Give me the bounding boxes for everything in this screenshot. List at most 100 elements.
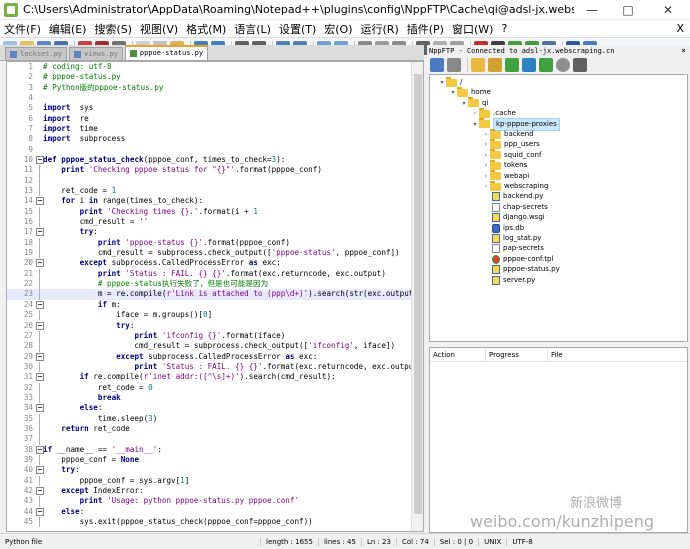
tree-item[interactable]: pap-secrets	[482, 243, 544, 254]
refresh-icon[interactable]	[539, 58, 553, 72]
open-directory-icon[interactable]	[471, 58, 485, 72]
tree-item[interactable]: log_stat.py	[482, 233, 541, 244]
tree-item[interactable]: backend.py	[482, 191, 543, 202]
code-line[interactable]: 13 ret_code = 1	[7, 186, 413, 197]
minimize-button[interactable]: —	[574, 0, 610, 20]
menu-item-3[interactable]: 视图(V)	[136, 21, 182, 37]
code-line[interactable]: 39 pppoe_conf = None	[7, 454, 413, 466]
queue-col-progress[interactable]: Progress	[486, 348, 548, 361]
tree-item[interactable]: ▾ kp-pppoe-proxies	[471, 117, 560, 131]
code-line[interactable]: 35 time.sleep(3)	[7, 413, 413, 424]
code-line[interactable]: 19 cmd_result = subprocess.check_output(…	[7, 248, 413, 259]
code-line[interactable]: 2 # pppoe-status.py	[7, 72, 413, 82]
code-line[interactable]: 25 iface = m.groups()[0]	[7, 310, 413, 321]
menu-item-1[interactable]: 编辑(E)	[45, 21, 91, 37]
code-line[interactable]: 24 if m:	[7, 300, 413, 310]
code-line[interactable]: 28 cmd_result = subprocess.check_output(…	[7, 341, 413, 352]
tree-item[interactable]: pppoe-conf.tpl	[482, 254, 553, 265]
menu-item-6[interactable]: 设置(T)	[275, 21, 320, 37]
code-line[interactable]: 11 print 'Checking pppoe status for "{}"…	[7, 165, 413, 176]
expand-arrow-icon[interactable]: ›	[482, 171, 490, 182]
tree-item[interactable]: django.wsgi	[482, 212, 545, 223]
code-line[interactable]: 23 m = re.compile(r'Link is attached to …	[7, 289, 422, 300]
code-line[interactable]: 32 ret_code = 0	[7, 382, 413, 393]
code-line[interactable]: 15 print 'Checking times {}.'.format(i +…	[7, 206, 413, 218]
code-line[interactable]: 30 print 'Status : FAIL. {} {}'.format(e…	[7, 361, 422, 373]
code-line[interactable]: 40 try:	[7, 465, 413, 475]
code-line[interactable]: 45 sys.exit(pppoe_status_check(pppoe_con…	[7, 516, 413, 528]
tab-0[interactable]: lockset.py	[5, 47, 68, 60]
code-line[interactable]: 5 import sys	[7, 103, 413, 113]
code-line[interactable]: 12	[7, 175, 413, 187]
expand-arrow-icon[interactable]: ▾	[438, 77, 446, 88]
tree-item[interactable]: ips.db	[482, 223, 524, 234]
menu-item-7[interactable]: 宏(O)	[320, 21, 356, 37]
code-line[interactable]: 10 def pppoe_status_check(pppoe_conf, tim…	[7, 155, 413, 165]
scrollbar-thumb[interactable]	[414, 74, 422, 514]
code-line[interactable]: 20 except subprocess.CalledProcessError …	[7, 258, 413, 268]
menu-item-10[interactable]: 窗口(W)	[448, 21, 497, 37]
tab-1[interactable]: views.py	[69, 47, 123, 60]
expand-arrow-icon[interactable]: ›	[482, 129, 490, 140]
expand-arrow-icon[interactable]: ›	[471, 108, 479, 119]
code-line[interactable]: 6 import re	[7, 114, 413, 124]
code-line[interactable]: 37	[7, 434, 413, 445]
expand-arrow-icon[interactable]: ▾	[460, 98, 468, 109]
ftp-file-tree[interactable]: ▾ / ▾ home ▾ qi › .cache ▾ kp-pppoe-proxies › backe…	[429, 74, 688, 342]
code-line[interactable]: 7 import time	[7, 124, 413, 134]
editor-vertical-scrollbar[interactable]	[411, 62, 423, 531]
menu-item-0[interactable]: 文件(F)	[0, 21, 45, 37]
expand-arrow-icon[interactable]: ›	[482, 160, 490, 171]
menu-item-2[interactable]: 搜索(S)	[90, 21, 136, 37]
tree-item[interactable]: ▾ qi	[460, 97, 488, 109]
code-line[interactable]: 1 # coding: utf-8	[7, 62, 413, 72]
code-line[interactable]: 27 print 'ifconfig {}'.format(iface)	[7, 330, 413, 342]
expand-arrow-icon[interactable]: ›	[482, 139, 490, 150]
code-line[interactable]: 17 try:	[7, 227, 413, 237]
code-line[interactable]: 16 cmd_result = ''	[7, 217, 413, 228]
code-line[interactable]: 36 return ret_code	[7, 423, 413, 435]
menu-item-5[interactable]: 语言(L)	[230, 21, 275, 37]
expand-arrow-icon[interactable]: ›	[482, 181, 490, 192]
queue-col-action[interactable]: Action	[430, 348, 486, 361]
expand-arrow-icon[interactable]: ▾	[449, 87, 457, 98]
code-line[interactable]: 34 else:	[7, 403, 413, 413]
upload-icon[interactable]	[522, 58, 536, 72]
tree-item[interactable]: › webscraping	[482, 180, 548, 192]
menu-item-4[interactable]: 格式(M)	[182, 21, 230, 37]
code-line[interactable]: 22 # pppoe-status执行失败了，但是也可能是因为	[7, 279, 413, 290]
code-line[interactable]: 3 # Python版的pppoe-status.py	[7, 83, 413, 93]
code-line[interactable]: 29 except subprocess.CalledProcessError …	[7, 352, 413, 362]
connect-icon[interactable]	[430, 58, 444, 72]
code-line[interactable]: 18 print 'pppoe-status {}'.format(pppoe_…	[7, 237, 413, 249]
menu-item-8[interactable]: 运行(R)	[357, 21, 403, 37]
nppftp-close-button[interactable]: ×	[681, 45, 686, 57]
new-folder-icon[interactable]	[488, 58, 502, 72]
ftp-queue-list[interactable]: Action Progress File	[429, 347, 688, 533]
code-line[interactable]: 33 break	[7, 392, 413, 404]
maximize-button[interactable]: □	[610, 0, 646, 20]
code-line[interactable]: 38 if __name__ == '__main__':	[7, 445, 413, 455]
code-line[interactable]: 42 except IndexError:	[7, 486, 413, 496]
code-line[interactable]: 31 if re.compile(r'inet addr:([^\s]+)').…	[7, 372, 413, 382]
menu-item-11[interactable]: ?	[497, 22, 511, 35]
code-line[interactable]: 26 try:	[7, 321, 413, 331]
tree-item[interactable]: chap-secrets	[482, 202, 548, 213]
close-window-button[interactable]: ✕	[646, 0, 690, 20]
code-line[interactable]: 8 import subprocess	[7, 134, 413, 144]
tree-item[interactable]: server.py	[482, 275, 535, 286]
tree-item[interactable]: › tokens	[482, 159, 527, 171]
code-line[interactable]: 9	[7, 145, 413, 155]
message-window-icon[interactable]	[573, 58, 587, 72]
tab-2[interactable]: pppoe-status.py	[124, 45, 209, 60]
code-line[interactable]: 41 pppoe_conf = sys.argv[1]	[7, 475, 413, 486]
menu-item-9[interactable]: 插件(P)	[403, 21, 448, 37]
code-line[interactable]: 21 print 'Status : FAIL. {} {}'.format(e…	[7, 268, 413, 280]
settings-icon[interactable]	[447, 58, 461, 72]
queue-col-file[interactable]: File	[548, 348, 687, 361]
expand-arrow-icon[interactable]: ›	[482, 150, 490, 161]
code-line[interactable]: 43 print 'Usage: python pppoe-status.py …	[7, 496, 413, 507]
code-line[interactable]: 4	[7, 93, 413, 103]
abort-icon[interactable]	[556, 58, 570, 72]
code-editor[interactable]: 45 sys.exit(pppoe_status_check(pppoe_con…	[6, 61, 424, 532]
